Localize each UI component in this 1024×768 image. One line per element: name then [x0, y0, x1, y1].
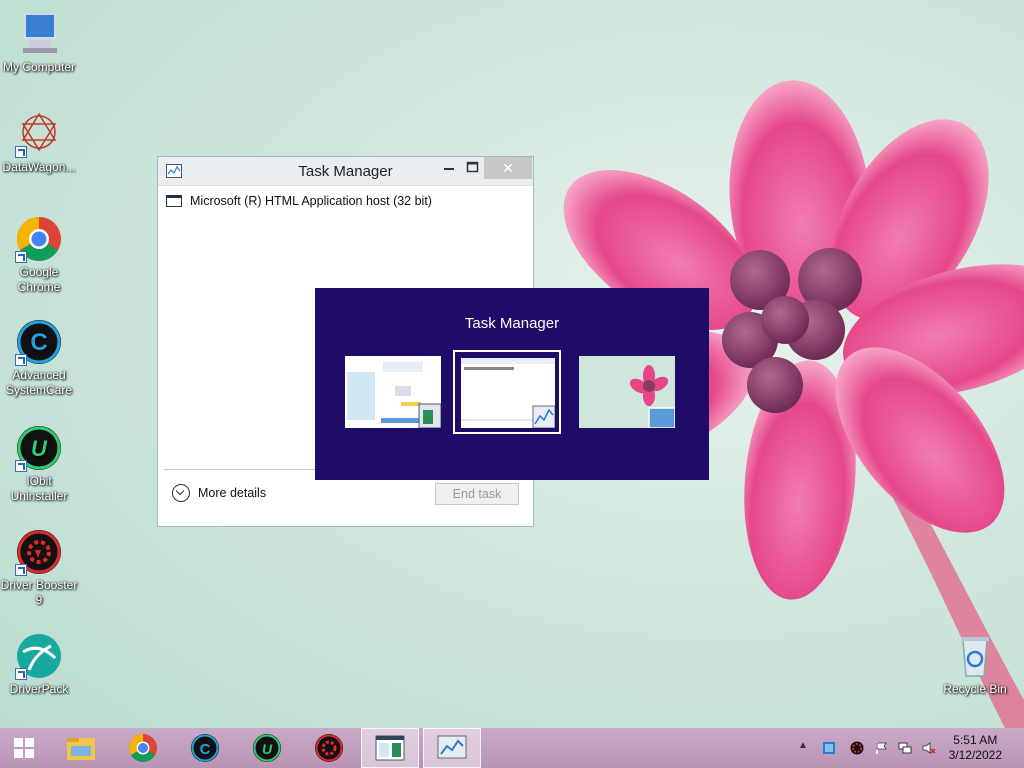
- task-manager-preview: [461, 358, 555, 428]
- taskbar-file-explorer[interactable]: [52, 728, 110, 768]
- desktop-icon-label: IObit Uninstaller: [10, 474, 68, 503]
- shortcut-arrow-icon: [15, 251, 27, 263]
- desktop-thumbnail[interactable]: [573, 350, 681, 434]
- driver-booster-icon: [15, 528, 63, 576]
- taskbar-driver-booster[interactable]: [300, 728, 358, 768]
- desktop-icon-label: Recycle Bin: [943, 682, 1007, 696]
- desktop-icon-driver-booster[interactable]: Driver Booster 9: [0, 528, 78, 608]
- minimize-button[interactable]: [435, 157, 463, 179]
- svg-text:C: C: [30, 329, 47, 356]
- desktop-icon-advanced-systemcare[interactable]: C Advanced SystemCare: [0, 318, 78, 398]
- system-clock[interactable]: 5:51 AM 3/12/2022: [949, 733, 1002, 763]
- shortcut-arrow-icon: [15, 460, 27, 472]
- chrome-icon: [129, 734, 157, 762]
- desktop-icon-label: DataWagon...: [2, 160, 76, 174]
- minimize-icon: [444, 168, 454, 170]
- desktop-preview: [579, 356, 675, 428]
- clock-time: 5:51 AM: [953, 733, 998, 747]
- desktop-icon-label: Advanced SystemCare: [5, 368, 73, 397]
- task-manager-thumbnail[interactable]: [453, 350, 561, 434]
- shortcut-arrow-icon: [15, 354, 27, 366]
- recycle-bin-icon: [951, 632, 999, 680]
- task-switcher-overlay: Task Manager: [315, 288, 709, 480]
- advanced-systemcare-icon: C: [191, 734, 219, 762]
- computer-icon: [15, 10, 63, 58]
- taskbar-hta-app[interactable]: [361, 728, 419, 768]
- more-details-label: More details: [198, 486, 267, 500]
- more-details-toggle[interactable]: More details: [172, 484, 266, 502]
- shortcut-arrow-icon: [15, 668, 27, 680]
- svg-text:U: U: [262, 741, 273, 757]
- desktop-icon-driverpack[interactable]: DriverPack: [0, 632, 78, 697]
- end-task-button[interactable]: End task: [435, 483, 519, 505]
- datawagon-icon: [15, 110, 63, 158]
- svg-text:C: C: [200, 741, 211, 758]
- process-list: Microsoft (R) HTML Application host (32 …: [166, 191, 525, 211]
- file-explorer-icon: [67, 738, 95, 760]
- chrome-icon: [15, 215, 63, 263]
- desktop-icon-label: Google Chrome: [17, 265, 61, 294]
- taskbar-task-manager[interactable]: [423, 728, 481, 768]
- action-center-flag-icon[interactable]: [874, 741, 888, 755]
- driver-booster-icon: [315, 734, 343, 762]
- taskbar-iobit-uninstaller[interactable]: U: [238, 728, 296, 768]
- taskbar: C U ▲ 5:51 AM 3/12/2022: [0, 728, 1024, 768]
- driver-booster-tray-icon[interactable]: [850, 741, 864, 755]
- network-icon[interactable]: [898, 741, 912, 755]
- taskbar-advanced-systemcare[interactable]: C: [176, 728, 234, 768]
- desktop-icon-my-computer[interactable]: My Computer: [0, 10, 78, 75]
- hta-window-preview: [345, 356, 441, 428]
- process-row[interactable]: Microsoft (R) HTML Application host (32 …: [166, 191, 525, 211]
- volume-muted-icon[interactable]: [922, 741, 936, 755]
- close-button[interactable]: ✕: [484, 157, 532, 179]
- shortcut-arrow-icon: [15, 146, 27, 158]
- hta-window-thumbnail[interactable]: [339, 350, 447, 434]
- desktop-icon-datawagon[interactable]: DataWagon...: [0, 110, 78, 175]
- chevron-down-icon: [172, 484, 190, 502]
- desktop-icon-iobit-uninstaller[interactable]: U IObit Uninstaller: [0, 424, 78, 504]
- close-icon: ✕: [502, 160, 514, 176]
- desktop-icon-recycle-bin[interactable]: Recycle Bin: [936, 632, 1014, 697]
- task-manager-icon: [437, 735, 467, 759]
- maximize-icon: [466, 161, 479, 173]
- title-bar[interactable]: Task Manager ✕: [158, 157, 533, 186]
- start-button[interactable]: [0, 728, 52, 768]
- hta-app-icon: [375, 735, 405, 761]
- desktop-icon-label: My Computer: [2, 60, 76, 74]
- driverpack-icon: [15, 632, 63, 680]
- advanced-systemcare-icon: C: [15, 318, 63, 366]
- process-name: Microsoft (R) HTML Application host (32 …: [190, 194, 432, 208]
- desktop-icon-google-chrome[interactable]: Google Chrome: [0, 215, 78, 295]
- iobit-uninstaller-icon: U: [253, 734, 281, 762]
- iobit-uninstaller-icon: U: [15, 424, 63, 472]
- taskbar-chrome[interactable]: [114, 728, 172, 768]
- switcher-title: Task Manager: [464, 315, 560, 332]
- start-icon: [14, 738, 34, 758]
- tray-app-icon[interactable]: [822, 741, 836, 755]
- application-window-icon: [166, 195, 182, 207]
- show-hidden-icons-button[interactable]: ▲: [798, 740, 812, 754]
- desktop-icon-label: Driver Booster 9: [0, 578, 78, 607]
- svg-text:U: U: [31, 436, 48, 461]
- shortcut-arrow-icon: [15, 564, 27, 576]
- clock-date: 3/12/2022: [948, 748, 1002, 762]
- desktop-icon-label: DriverPack: [9, 682, 69, 696]
